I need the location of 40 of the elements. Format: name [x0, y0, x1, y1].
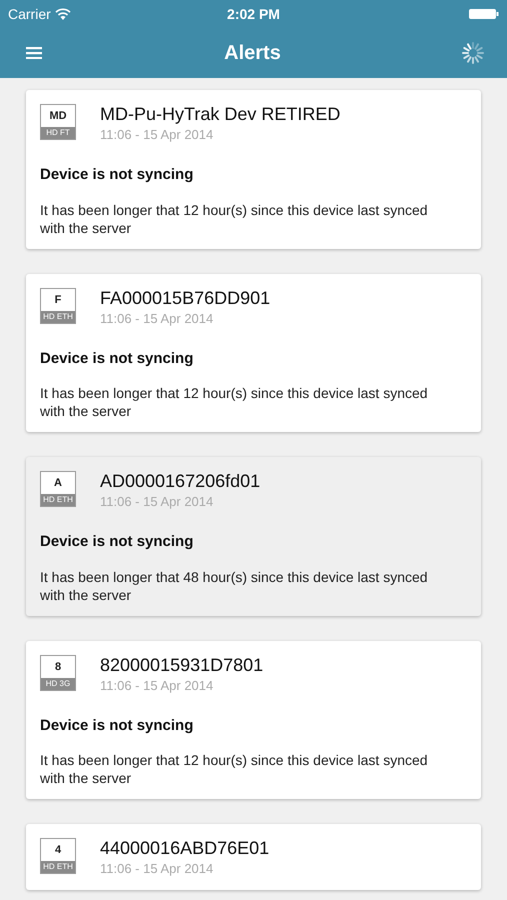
alert-card[interactable]: 4 HD ETH 44000016ABD76E01 11:06 - 15 Apr 2014 [26, 824, 481, 890]
badge-letter: MD [49, 109, 67, 124]
badge-letter: 8 [54, 660, 62, 674]
alert-time: 11:06 - 15 Apr 2014 [100, 310, 214, 328]
badge-letter: 4 [54, 843, 62, 858]
menu-button[interactable] [26, 44, 44, 62]
alert-title: 82000015931D7801 [100, 654, 264, 676]
clock-time: 2:02 PM [227, 4, 280, 24]
menu-icon [26, 47, 42, 59]
alert-heading: Device is not syncing [40, 165, 194, 185]
badge-type: HD FT [41, 127, 75, 139]
carrier-label: Carrier [8, 4, 51, 24]
badge-letter: F [54, 292, 62, 308]
page-title: Alerts [224, 41, 281, 66]
alert-title: MD-Pu-HyTrak Dev RETIRED [100, 103, 340, 126]
alert-card[interactable]: A HD ETH AD0000167206fd01 11:06 - 15 Apr 2014 Device is not syncing It has been longer that 48 hour(s) since this device last synced with the server [26, 457, 481, 616]
alert-time: 11:06 - 15 Apr 2014 [100, 493, 214, 511]
alert-heading: Device is not syncing [40, 532, 194, 552]
badge-type: HD 3G [41, 678, 75, 690]
alert-heading: Device is not syncing [40, 716, 194, 736]
alert-time: 11:06 - 15 Apr 2014 [100, 126, 214, 144]
alert-message: It has been longer that 12 hour(s) since this device last synced with the server [40, 751, 429, 787]
alert-time: 11:06 - 15 Apr 2014 [100, 860, 214, 878]
alert-title: FA000015B76DD901 [100, 286, 270, 310]
alert-title: 44000016ABD76E01 [100, 837, 270, 860]
alert-message: It has been longer that 12 hour(s) since this device last synced with the server [40, 200, 429, 236]
badge-letter: A [54, 476, 62, 491]
wifi-icon [54, 8, 71, 20]
alert-card[interactable]: MD HD FT MD-Pu-HyTrak Dev RETIRED 11:06 - 15 Apr 2014 Device is not syncing It has been longer that 12 hour(s) since this device last synced with the server [26, 90, 481, 248]
alert-message: It has been longer that 12 hour(s) since this device last synced with the server [40, 384, 429, 420]
alert-heading: Device is not syncing [40, 348, 194, 368]
badge-type: HD ETH [41, 494, 75, 506]
alert-card[interactable]: F HD ETH FA000015B76DD901 11:06 - 15 Apr 2014 Device is not syncing It has been longer that 12 hour(s) since this device last synced with the server [26, 274, 481, 432]
badge-type: HD ETH [41, 310, 75, 322]
alert-time: 11:06 - 15 Apr 2014 [100, 676, 214, 694]
alert-card[interactable]: 8 HD 3G 82000015931D7801 11:06 - 15 Apr 2014 Device is not syncing It has been longer that 12 hour(s) since this device last synced with the server [26, 640, 481, 799]
alert-title: AD0000167206fd01 [100, 470, 260, 493]
battery-icon [468, 8, 499, 20]
badge-type: HD ETH [41, 861, 75, 873]
alert-message: It has been longer that 48 hour(s) since this device last synced with the server [40, 568, 429, 604]
